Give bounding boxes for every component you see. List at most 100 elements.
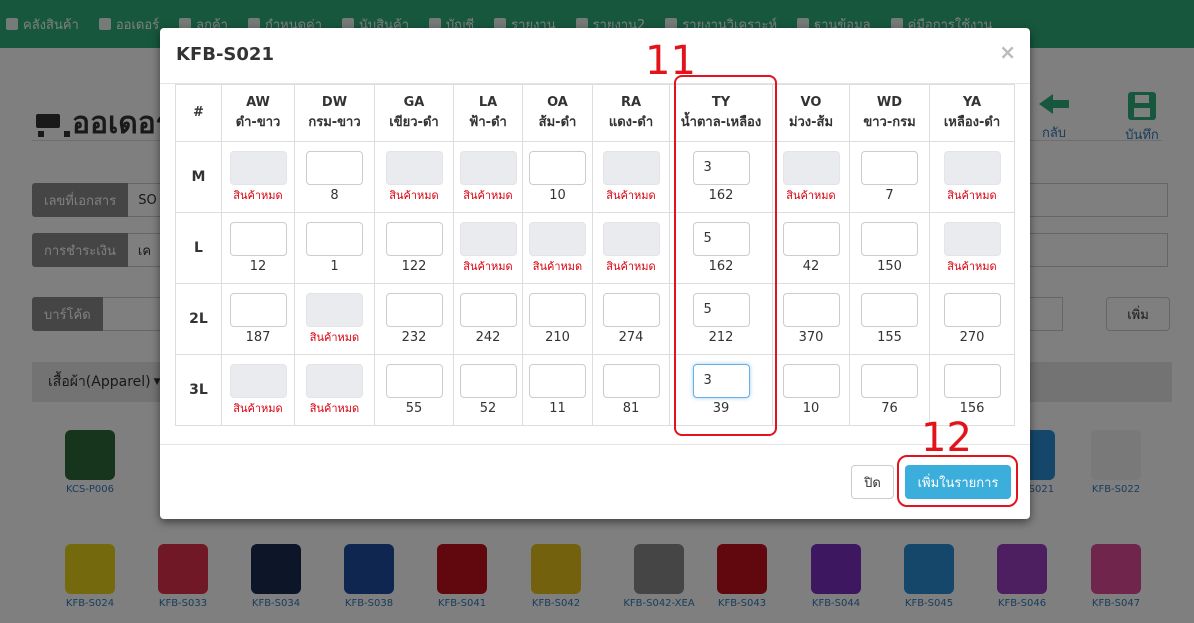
out-of-stock-label: สินค้าหมด [786,188,836,202]
qty-cell: 10 [772,354,850,426]
qty-input[interactable] [782,221,840,256]
qty-input[interactable] [782,363,840,398]
color-code: OA [547,95,568,110]
qty-input-disabled [459,150,517,185]
stock-count: 8 [330,187,339,203]
qty-cell: 150 [849,212,930,284]
qty-input[interactable] [943,363,1001,398]
out-of-stock-label: สินค้าหมด [532,259,583,273]
qty-input[interactable] [861,221,918,256]
modal-header: KFB-S021 × [160,28,1030,84]
qty-cell: สินค้าหมด [221,354,295,426]
color-column-header: OA ส้ม-ดำ [522,84,593,142]
stock-count: 11 [549,400,566,416]
table-row: L 12 1 122 สินค้าหมด สินค้าหมด สินค้าหมด 5 162 42… [175,212,1015,284]
qty-input[interactable] [385,292,443,327]
qty-cell: 122 [374,212,454,284]
stock-count: 12 [249,258,267,274]
out-of-stock-label: สินค้าหมด [309,330,360,344]
qty-cell: 155 [849,283,930,355]
color-code: GA [403,95,425,110]
qty-input[interactable] [602,363,660,398]
stock-count: 122 [401,258,427,274]
qty-cell: สินค้าหมด [294,354,375,426]
qty-input[interactable] [529,363,586,398]
size-label: 2L [175,283,222,355]
qty-input[interactable] [306,221,363,256]
color-name: ขาว-กรม [863,115,916,130]
table-row: 2L 187 สินค้าหมด 232 242 210 274 5 212 370 155 270 [175,283,1015,355]
color-name: กรม-ขาว [308,115,361,130]
qty-cell: 3 39 [669,354,773,426]
qty-cell: สินค้าหมด [453,141,523,213]
qty-cell: 12 [221,212,295,284]
qty-input[interactable] [782,292,840,327]
stock-count: 187 [245,329,271,345]
qty-cell: 1 [294,212,375,284]
size-color-table: # AW ดำ-ขาว DW กรม-ขาว GA เขียว-ดำ LA ฟ้า-ดำ OA ส้… [175,84,1015,426]
color-column-header: YA เหลือง-ดำ [929,84,1015,142]
qty-cell: 10 [522,141,593,213]
close-icon[interactable]: × [999,40,1016,64]
qty-cell: สินค้าหมด [294,283,375,355]
qty-input[interactable] [459,292,517,327]
color-name: ดำ-ขาว [235,115,281,130]
color-name: เขียว-ดำ [389,115,439,130]
color-column-header: TY น้ำตาล-เหลือง [669,84,773,142]
qty-cell: 52 [453,354,523,426]
qty-cell: 210 [522,283,593,355]
qty-cell: 270 [929,283,1015,355]
qty-cell: สินค้าหมด [221,141,295,213]
qty-input[interactable] [385,221,443,256]
add-to-list-button[interactable]: เพิ่มในรายการ [905,465,1011,499]
size-label: M [175,141,222,213]
stock-count: 274 [618,329,644,345]
qty-input[interactable]: 3 [692,363,750,398]
qty-cell: 55 [374,354,454,426]
stock-count: 155 [877,329,902,345]
qty-input[interactable] [529,150,586,185]
stock-count: 1 [330,258,339,274]
annotation-number-column: 11 [645,38,696,84]
color-column-header: LA ฟ้า-ดำ [453,84,523,142]
stock-count: 39 [712,400,730,416]
qty-input[interactable] [306,150,363,185]
product-size-modal: KFB-S021 × # AW ดำ-ขาว DW กรม-ขาว GA เขียว-ดำ L… [160,28,1030,519]
qty-cell: 187 [221,283,295,355]
qty-input-disabled [385,150,443,185]
color-code: DW [321,95,348,110]
out-of-stock-label: สินค้าหมด [463,188,513,202]
qty-input[interactable] [229,292,287,327]
color-code: VO [800,95,822,110]
out-of-stock-label: สินค้าหมด [463,259,513,273]
color-column-header: GA เขียว-ดำ [374,84,454,142]
qty-input[interactable] [861,292,918,327]
qty-input[interactable] [861,363,918,398]
qty-cell: 274 [592,283,670,355]
close-button[interactable]: ปิด [851,465,894,499]
qty-input[interactable] [459,363,517,398]
qty-cell: สินค้าหมด [374,141,454,213]
qty-input[interactable] [943,292,1001,327]
color-column-header: RA แดง-ดำ [592,84,670,142]
qty-input[interactable] [385,363,443,398]
color-code: TY [711,95,731,110]
qty-input[interactable] [229,221,287,256]
color-code: YA [962,95,982,110]
stock-count: 150 [877,258,902,274]
qty-input[interactable] [529,292,586,327]
out-of-stock-label: สินค้าหมด [233,401,283,415]
qty-input[interactable]: 5 [692,221,750,256]
qty-input[interactable]: 3 [692,150,750,185]
table-row: 3L สินค้าหมด สินค้าหมด 55 52 11 81 3 39 10 76 156 [175,354,1015,426]
color-column-header: DW กรม-ขาว [294,84,375,142]
color-name: ม่วง-ส้ม [788,115,834,130]
qty-input[interactable] [602,292,660,327]
qty-input[interactable] [861,150,918,185]
qty-cell: 8 [294,141,375,213]
stock-count: 242 [475,329,501,345]
color-name: น้ำตาล-เหลือง [680,115,762,130]
qty-input-disabled [943,221,1001,256]
qty-input-disabled [229,150,287,185]
qty-input[interactable]: 5 [692,292,750,327]
